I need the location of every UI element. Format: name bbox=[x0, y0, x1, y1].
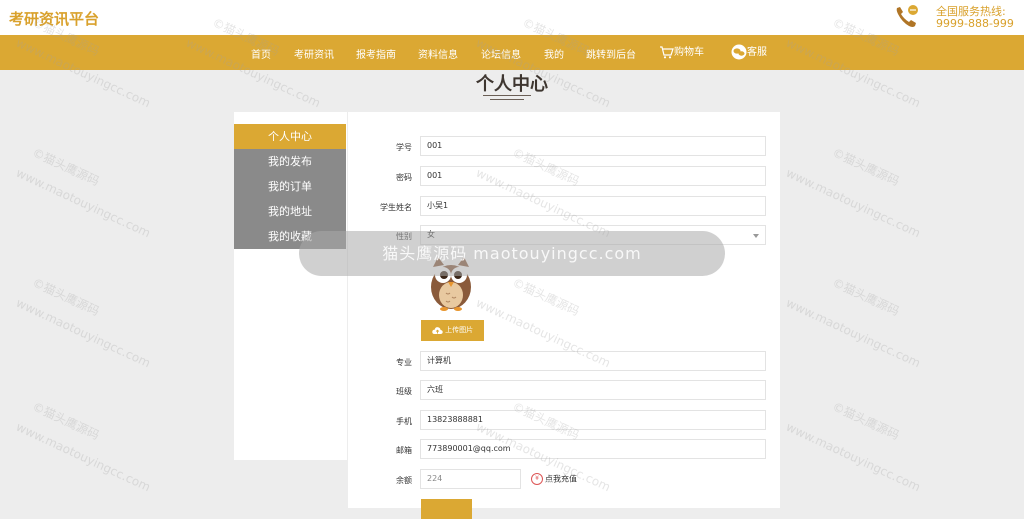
watermark-en: www.maotouyingcc.com bbox=[783, 165, 923, 241]
nav-forum[interactable]: 论坛信息 bbox=[481, 46, 521, 61]
watermark-cn: ©猫头鹰源码 bbox=[30, 145, 102, 189]
hotline-number: 9999-888-999 bbox=[936, 17, 1014, 30]
chat-icon bbox=[731, 44, 747, 60]
watermark-cn: ©猫头鹰源码 bbox=[830, 275, 902, 319]
name-label: 学生姓名 bbox=[380, 203, 412, 212]
page-title: 个人中心 bbox=[476, 74, 548, 95]
nav-home[interactable]: 首页 bbox=[251, 46, 271, 61]
gender-selected-value: 女 bbox=[427, 230, 435, 239]
owl-avatar[interactable] bbox=[426, 253, 476, 311]
watermark-cn: ©猫头鹰源码 bbox=[830, 399, 902, 443]
major-input[interactable]: 计算机 bbox=[420, 351, 766, 371]
watermark-en: www.maotouyingcc.com bbox=[13, 295, 153, 371]
nav-service-label: 客服 bbox=[747, 47, 767, 58]
balance-input: 224 bbox=[420, 469, 521, 489]
phone-input[interactable]: 13823888881 bbox=[420, 410, 766, 430]
recharge-link[interactable]: ¥ 点我充值 bbox=[531, 473, 577, 485]
student-id-label: 学号 bbox=[396, 143, 412, 152]
upload-image-label: 上传图片 bbox=[445, 326, 474, 334]
sidebar-item-favorites[interactable]: 我的收藏 bbox=[234, 224, 346, 249]
watermark-cn: ©猫头鹰源码 bbox=[30, 275, 102, 319]
gender-label: 性别 bbox=[396, 232, 412, 241]
watermark-en: www.maotouyingcc.com bbox=[13, 165, 153, 241]
cloud-upload-icon bbox=[432, 326, 443, 334]
sidebar-item-orders[interactable]: 我的订单 bbox=[234, 174, 346, 199]
email-input[interactable]: 773890001@qq.com bbox=[420, 439, 766, 459]
yen-icon: ¥ bbox=[531, 473, 543, 485]
title-underline bbox=[483, 95, 531, 96]
chevron-down-icon bbox=[753, 234, 759, 238]
major-label: 专业 bbox=[396, 358, 412, 367]
nav-cart[interactable]: 购物车 bbox=[659, 43, 704, 59]
sidebar-item-profile[interactable]: 个人中心 bbox=[234, 124, 346, 149]
recharge-label: 点我充值 bbox=[545, 474, 577, 484]
name-input[interactable]: 小吴1 bbox=[420, 196, 766, 216]
class-input[interactable]: 六班 bbox=[420, 380, 766, 400]
watermark-cn: ©猫头鹰源码 bbox=[830, 145, 902, 189]
nav-materials[interactable]: 资料信息 bbox=[418, 46, 458, 61]
watermark-cn: ©猫头鹰源码 bbox=[30, 399, 102, 443]
title-underline-short bbox=[490, 99, 524, 100]
watermark-en: www.maotouyingcc.com bbox=[783, 419, 923, 495]
nav-exam-news[interactable]: 考研资讯 bbox=[294, 46, 334, 61]
nav-cart-label: 购物车 bbox=[674, 47, 704, 58]
nav-service[interactable]: 客服 bbox=[731, 43, 767, 60]
nav-mine[interactable]: 我的 bbox=[544, 46, 564, 61]
nav-admin[interactable]: 跳转到后台 bbox=[586, 46, 636, 61]
nav-apply-guide[interactable]: 报考指南 bbox=[356, 46, 396, 61]
watermark-en: www.maotouyingcc.com bbox=[783, 295, 923, 371]
gender-select[interactable]: 女 bbox=[420, 225, 766, 245]
cart-icon bbox=[660, 46, 674, 59]
watermark-en: www.maotouyingcc.com bbox=[13, 419, 153, 495]
student-id-input[interactable]: 001 bbox=[420, 136, 766, 156]
top-bar: 考研资讯平台 全国服务热线: 9999-888-999 bbox=[0, 0, 1024, 35]
password-label: 密码 bbox=[396, 173, 412, 182]
site-brand[interactable]: 考研资讯平台 bbox=[9, 8, 99, 29]
update-info-button[interactable] bbox=[421, 499, 472, 519]
upload-image-button[interactable]: 上传图片 bbox=[421, 320, 484, 341]
sidebar-item-posts[interactable]: 我的发布 bbox=[234, 149, 346, 174]
sidebar-item-address[interactable]: 我的地址 bbox=[234, 199, 346, 224]
email-label: 邮箱 bbox=[396, 446, 412, 455]
phone-label: 手机 bbox=[396, 417, 412, 426]
balance-label: 余额 bbox=[396, 476, 412, 485]
main-nav: 首页 考研资讯 报考指南 资料信息 论坛信息 我的 跳转到后台 购物车 客服 bbox=[0, 35, 1024, 70]
class-label: 班级 bbox=[396, 387, 412, 396]
phone-icon bbox=[896, 5, 918, 27]
password-input[interactable]: 001 bbox=[420, 166, 766, 186]
